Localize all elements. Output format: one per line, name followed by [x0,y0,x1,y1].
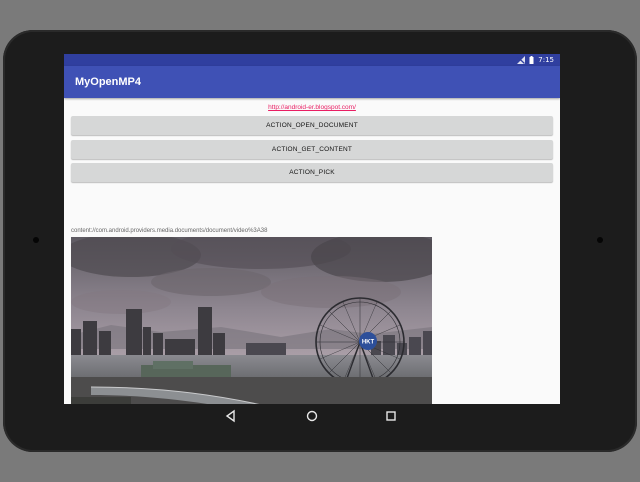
action-open-document-button[interactable]: ACTION_OPEN_DOCUMENT [71,116,553,135]
app-title: MyOpenMP4 [75,76,142,88]
navigation-bar [64,404,560,428]
status-bar: 7:15 [64,54,560,66]
video-uri-text: content://com.android.providers.media.do… [71,228,268,234]
video-view[interactable]: HKT [71,237,432,404]
action-pick-button[interactable]: ACTION_PICK [71,163,553,182]
status-time: 7:15 [538,56,554,64]
main-content: http://android-er.blogspot.com/ ACTION_O… [64,98,560,404]
sensor-dot [597,237,603,243]
recents-icon[interactable] [384,409,398,423]
wheel-badge-text: HKT [362,340,375,346]
camera-dot [33,237,39,243]
action-get-content-button[interactable]: ACTION_GET_CONTENT [71,140,553,159]
device-screen: 7:15 MyOpenMP4 http://android-er.blogspo… [64,54,560,404]
home-icon[interactable] [305,409,319,423]
back-icon[interactable] [224,409,238,423]
signal-off-icon [517,56,526,64]
blog-link[interactable]: http://android-er.blogspot.com/ [64,104,560,111]
app-bar: MyOpenMP4 [64,66,560,98]
battery-icon [529,56,534,64]
